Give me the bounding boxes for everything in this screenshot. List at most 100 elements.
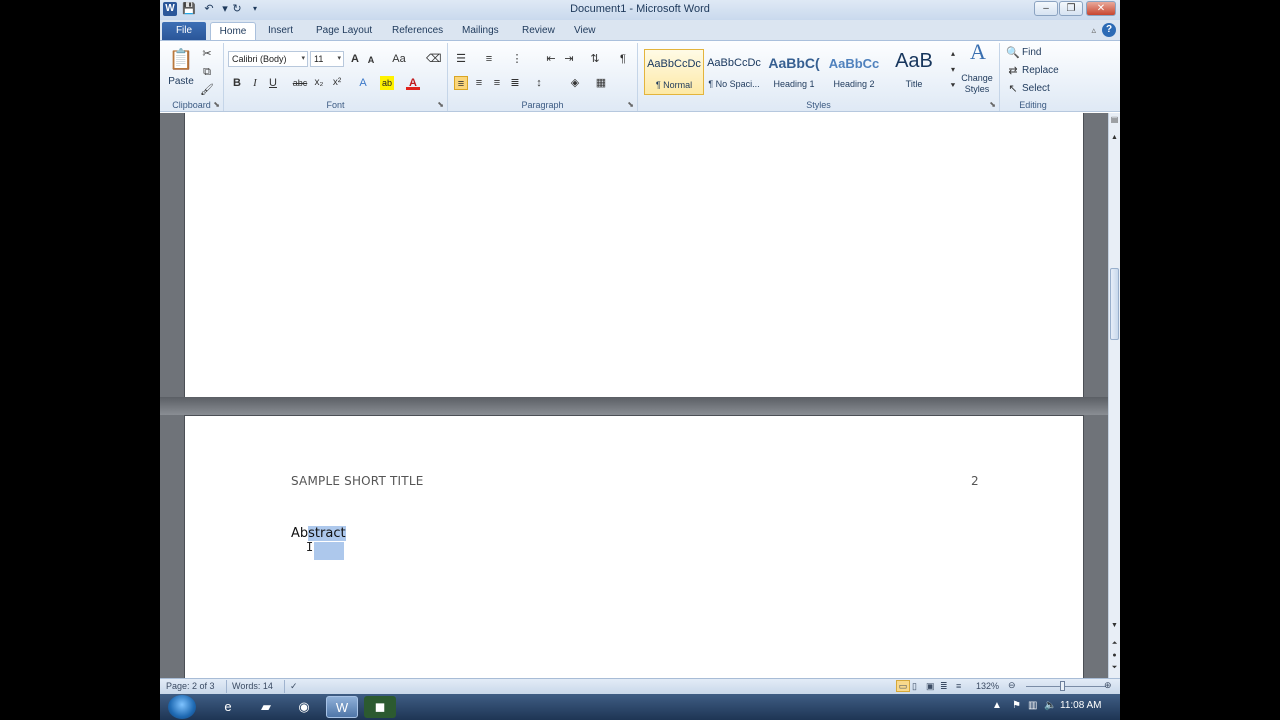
find-button[interactable]: Find bbox=[1022, 46, 1041, 60]
style-title[interactable]: AaB Title bbox=[884, 49, 944, 95]
format-painter-icon[interactable]: 🖌 bbox=[200, 83, 214, 97]
outline-view-icon[interactable]: ≣ bbox=[940, 681, 948, 692]
grow-font-icon[interactable]: A bbox=[348, 52, 362, 66]
minimize-button[interactable]: – bbox=[1034, 1, 1058, 16]
file-explorer-icon[interactable]: ▰ bbox=[250, 696, 282, 718]
start-button[interactable] bbox=[168, 695, 196, 719]
font-size-combo[interactable]: 11 ▾ bbox=[310, 51, 344, 67]
replace-button[interactable]: Replace bbox=[1022, 64, 1059, 78]
select-browse-object-icon[interactable]: ● bbox=[1109, 651, 1120, 661]
tab-home[interactable]: Home bbox=[210, 22, 256, 40]
sort-icon[interactable]: ⇅ bbox=[588, 52, 602, 66]
numbering-icon[interactable]: ≡ bbox=[482, 52, 496, 66]
abstract-heading[interactable]: Abstract bbox=[291, 526, 346, 541]
decrease-indent-icon[interactable]: ⇤ bbox=[544, 52, 558, 66]
replace-icon[interactable]: ⇄ bbox=[1006, 64, 1020, 78]
next-page-icon[interactable]: ⏷ bbox=[1109, 663, 1120, 673]
print-layout-view-icon[interactable]: ▭ bbox=[896, 680, 910, 692]
tab-insert[interactable]: Insert bbox=[262, 22, 299, 40]
vertical-scrollbar[interactable]: ▤ ▲ ▼ ⏶ ● ⏷ bbox=[1108, 113, 1120, 678]
copy-icon[interactable]: ⧉ bbox=[200, 65, 214, 79]
bullets-icon[interactable]: ☰ bbox=[454, 52, 468, 66]
style-normal[interactable]: AaBbCcDc ¶ Normal bbox=[644, 49, 704, 95]
highlight-icon[interactable]: ab bbox=[380, 76, 394, 90]
minimize-ribbon-icon[interactable]: ▵ bbox=[1091, 25, 1096, 36]
change-styles-icon[interactable]: A bbox=[964, 41, 992, 69]
proofing-icon[interactable]: ✓ bbox=[290, 681, 298, 692]
running-head[interactable]: SAMPLE SHORT TITLE bbox=[291, 474, 423, 488]
select-button[interactable]: Select bbox=[1022, 82, 1050, 96]
text-effects-icon[interactable]: A bbox=[356, 76, 370, 90]
view-ruler-icon[interactable]: ▤ bbox=[1109, 115, 1120, 127]
zoom-out-icon[interactable]: ⊖ bbox=[1008, 680, 1016, 691]
media-player-icon[interactable]: ◉ bbox=[288, 696, 320, 718]
show-hidden-icons-icon[interactable]: ▲ bbox=[992, 700, 1002, 711]
full-screen-reading-icon[interactable]: ▯ bbox=[912, 681, 917, 692]
page-count-status[interactable]: Page: 2 of 3 bbox=[166, 681, 215, 691]
italic-button[interactable]: I bbox=[248, 76, 262, 90]
paragraph-launcher-icon[interactable]: ⬊ bbox=[627, 100, 634, 109]
shrink-font-icon[interactable]: A bbox=[364, 53, 378, 67]
borders-icon[interactable]: ▦ bbox=[594, 76, 608, 90]
style-heading-2[interactable]: AaBbCc Heading 2 bbox=[824, 49, 884, 95]
justify-icon[interactable]: ≣ bbox=[508, 76, 522, 90]
tab-file[interactable]: File bbox=[162, 22, 206, 40]
document-area[interactable]: SAMPLE SHORT TITLE 2 Abstract I bbox=[160, 113, 1108, 678]
internet-explorer-icon[interactable]: e bbox=[212, 696, 244, 718]
scroll-thumb[interactable] bbox=[1110, 268, 1119, 340]
web-layout-icon[interactable]: ▣ bbox=[926, 681, 935, 692]
help-icon[interactable]: ? bbox=[1102, 23, 1116, 37]
styles-launcher-icon[interactable]: ⬊ bbox=[989, 100, 996, 109]
zoom-slider[interactable] bbox=[1026, 686, 1106, 687]
increase-indent-icon[interactable]: ⇥ bbox=[562, 52, 576, 66]
tab-references[interactable]: References bbox=[386, 22, 449, 40]
show-marks-button[interactable]: ¶ bbox=[616, 52, 630, 66]
camtasia-taskbar-icon[interactable]: ◼ bbox=[364, 696, 396, 718]
word-taskbar-icon[interactable]: W bbox=[326, 696, 358, 718]
scroll-down-icon[interactable]: ▼ bbox=[1109, 621, 1120, 631]
volume-icon[interactable]: 🔈 bbox=[1044, 700, 1056, 711]
font-color-icon[interactable]: A bbox=[406, 76, 420, 90]
paste-icon[interactable]: 📋 bbox=[168, 47, 194, 73]
tab-review[interactable]: Review bbox=[516, 22, 561, 40]
close-button[interactable]: ✕ bbox=[1086, 1, 1116, 16]
align-right-icon[interactable]: ≡ bbox=[490, 76, 504, 90]
underline-button[interactable]: U bbox=[266, 76, 280, 90]
superscript-button[interactable]: x² bbox=[330, 76, 344, 90]
line-spacing-icon[interactable]: ↕ bbox=[532, 76, 546, 90]
tab-mailings[interactable]: Mailings bbox=[456, 22, 505, 40]
subscript-button[interactable]: x₂ bbox=[312, 76, 326, 90]
network-icon[interactable]: ▥ bbox=[1028, 700, 1037, 711]
zoom-slider-knob[interactable] bbox=[1060, 681, 1065, 691]
align-center-icon[interactable]: ≡ bbox=[472, 76, 486, 90]
select-icon[interactable]: ↖ bbox=[1006, 82, 1020, 96]
page-1[interactable] bbox=[184, 113, 1084, 399]
restore-button[interactable]: ❐ bbox=[1059, 1, 1083, 16]
previous-page-icon[interactable]: ⏶ bbox=[1109, 639, 1120, 649]
page-2[interactable]: SAMPLE SHORT TITLE 2 Abstract I bbox=[184, 415, 1084, 678]
styles-scroll-up-icon[interactable]: ▴ bbox=[946, 47, 960, 61]
strikethrough-button[interactable]: abc bbox=[290, 76, 310, 90]
cut-icon[interactable]: ✂ bbox=[200, 47, 214, 61]
zoom-level[interactable]: 132% bbox=[976, 681, 999, 691]
font-name-combo[interactable]: Calibri (Body) ▾ bbox=[228, 51, 308, 67]
clipboard-launcher-icon[interactable]: ⬊ bbox=[213, 100, 220, 109]
zoom-in-icon[interactable]: ⊕ bbox=[1104, 680, 1112, 691]
flag-icon[interactable]: ⚑ bbox=[1012, 700, 1021, 711]
word-count-status[interactable]: Words: 14 bbox=[232, 681, 273, 691]
paste-button[interactable]: Paste bbox=[164, 75, 198, 89]
draft-view-icon[interactable]: ≡ bbox=[956, 681, 961, 691]
shading-icon[interactable]: ◈ bbox=[568, 76, 582, 90]
change-case-icon[interactable]: Aa bbox=[388, 52, 410, 66]
font-launcher-icon[interactable]: ⬊ bbox=[437, 100, 444, 109]
clock[interactable]: 11:08 AM bbox=[1060, 700, 1102, 711]
style-no-spacing[interactable]: AaBbCcDc ¶ No Spaci... bbox=[704, 49, 764, 95]
align-left-icon[interactable]: ≡ bbox=[454, 76, 468, 90]
tab-view[interactable]: View bbox=[568, 22, 602, 40]
style-heading-1[interactable]: AaBbC( Heading 1 bbox=[764, 49, 824, 95]
find-icon[interactable]: 🔍 bbox=[1006, 46, 1020, 60]
change-styles-button[interactable]: Change Styles bbox=[956, 73, 998, 95]
bold-button[interactable]: B bbox=[230, 76, 244, 90]
clear-formatting-icon[interactable]: ⌫ bbox=[426, 52, 442, 66]
multilevel-list-icon[interactable]: ⋮ bbox=[510, 52, 524, 66]
